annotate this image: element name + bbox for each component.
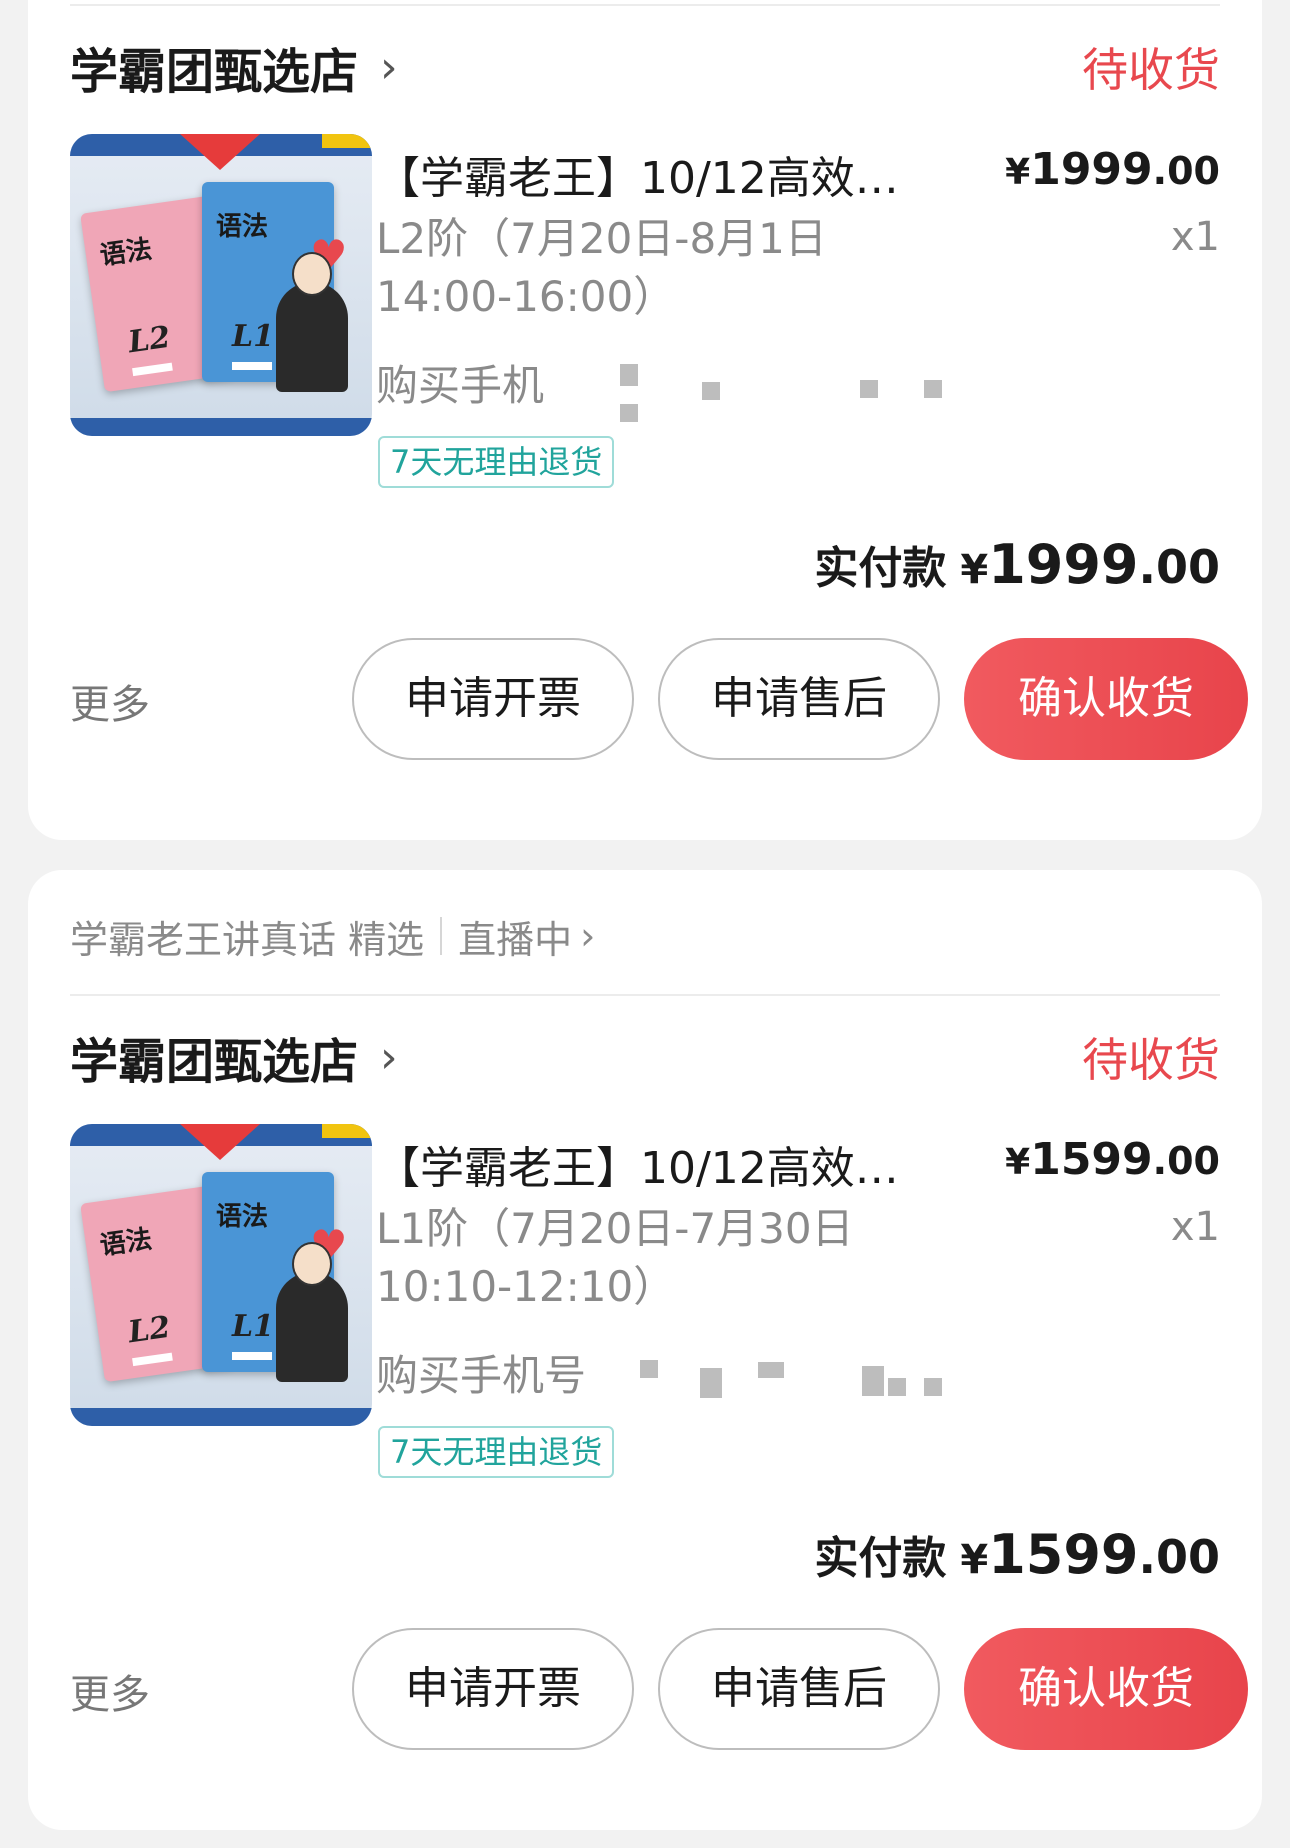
privacy-mask (924, 380, 942, 398)
privacy-mask (758, 1362, 784, 1378)
divider (440, 917, 443, 955)
product-spec: L2阶（7月20日-8月1日14:00-16:00） (376, 214, 827, 321)
chevron-right-icon: › (380, 41, 398, 93)
product-spec: L1阶（7月20日-7月30日10:10-12:10） (376, 1204, 854, 1311)
more-button[interactable]: 更多 (70, 1662, 150, 1720)
privacy-mask (620, 364, 638, 386)
divider (70, 4, 1220, 6)
buyer-phone-label: 购买手机 (376, 361, 545, 410)
product-thumbnail[interactable]: 语法 L2 语法 L1 ♥ (70, 1124, 372, 1426)
chevron-right-icon: › (380, 1031, 398, 1083)
product-quantity: x1 (1170, 1204, 1220, 1250)
product-title[interactable]: 【学霸老王】10/12高效… (376, 142, 976, 206)
teacher-figure (276, 1242, 348, 1382)
privacy-mask (640, 1360, 658, 1378)
apply-invoice-button[interactable]: 申请开票 (352, 1628, 634, 1750)
return-policy-tag: 7天无理由退货 (378, 1426, 615, 1478)
apply-after-sale-button[interactable]: 申请售后 (658, 1628, 940, 1750)
apply-after-sale-button[interactable]: 申请售后 (658, 638, 940, 760)
teacher-figure (276, 252, 348, 392)
shop-header[interactable]: 学霸团甄选店 › 待收货 (70, 32, 1220, 102)
buyer-phone-label: 购买手机号 (376, 1351, 587, 1400)
product-price: ¥1599.00 (1005, 1134, 1220, 1185)
live-status[interactable]: 直播中 (458, 909, 572, 964)
order-actions: 更多 申请开票 申请售后 确认收货 (70, 638, 1248, 762)
order-status: 待收货 (1082, 43, 1220, 97)
product-thumbnail[interactable]: 语法 L2 语法 L1 ♥ (70, 134, 372, 436)
chevron-right-icon: › (580, 914, 596, 958)
shop-header[interactable]: 学霸团甄选店 › 待收货 (70, 1022, 1220, 1092)
channel-name[interactable]: 学霸老王讲真话 精选 (70, 909, 424, 964)
divider (70, 994, 1220, 996)
privacy-mask (702, 382, 720, 400)
shop-name[interactable]: 学霸团甄选店 (70, 1022, 358, 1092)
order-actions: 更多 申请开票 申请售后 确认收货 (70, 1628, 1248, 1752)
privacy-mask (860, 380, 878, 398)
paid-amount: 实付款 ¥1599.00 (814, 1523, 1220, 1586)
apply-invoice-button[interactable]: 申请开票 (352, 638, 634, 760)
paid-amount: 实付款 ¥1999.00 (814, 533, 1220, 596)
privacy-mask (862, 1366, 884, 1396)
more-button[interactable]: 更多 (70, 672, 150, 730)
privacy-mask (700, 1368, 722, 1398)
confirm-receipt-button[interactable]: 确认收货 (964, 1628, 1248, 1750)
product-price: ¥1999.00 (1005, 144, 1220, 195)
product-title[interactable]: 【学霸老王】10/12高效… (376, 1132, 976, 1196)
order-card: 学霸老王讲真话 精选 直播中 › 学霸团甄选店 › 待收货 语法 L2 语法 L… (28, 870, 1262, 1830)
product-quantity: x1 (1170, 214, 1220, 260)
shop-name[interactable]: 学霸团甄选店 (70, 32, 358, 102)
privacy-mask (888, 1378, 906, 1396)
return-policy-tag: 7天无理由退货 (378, 436, 615, 488)
privacy-mask (924, 1378, 942, 1396)
privacy-mask (620, 404, 638, 422)
confirm-receipt-button[interactable]: 确认收货 (964, 638, 1248, 760)
order-status: 待收货 (1082, 1033, 1220, 1087)
order-card: 学霸团甄选店 › 待收货 语法 L2 语法 L1 ♥ 【学霸老王】10/12高效… (28, 0, 1262, 840)
live-channel-row[interactable]: 学霸老王讲真话 精选 直播中 › (70, 906, 595, 966)
